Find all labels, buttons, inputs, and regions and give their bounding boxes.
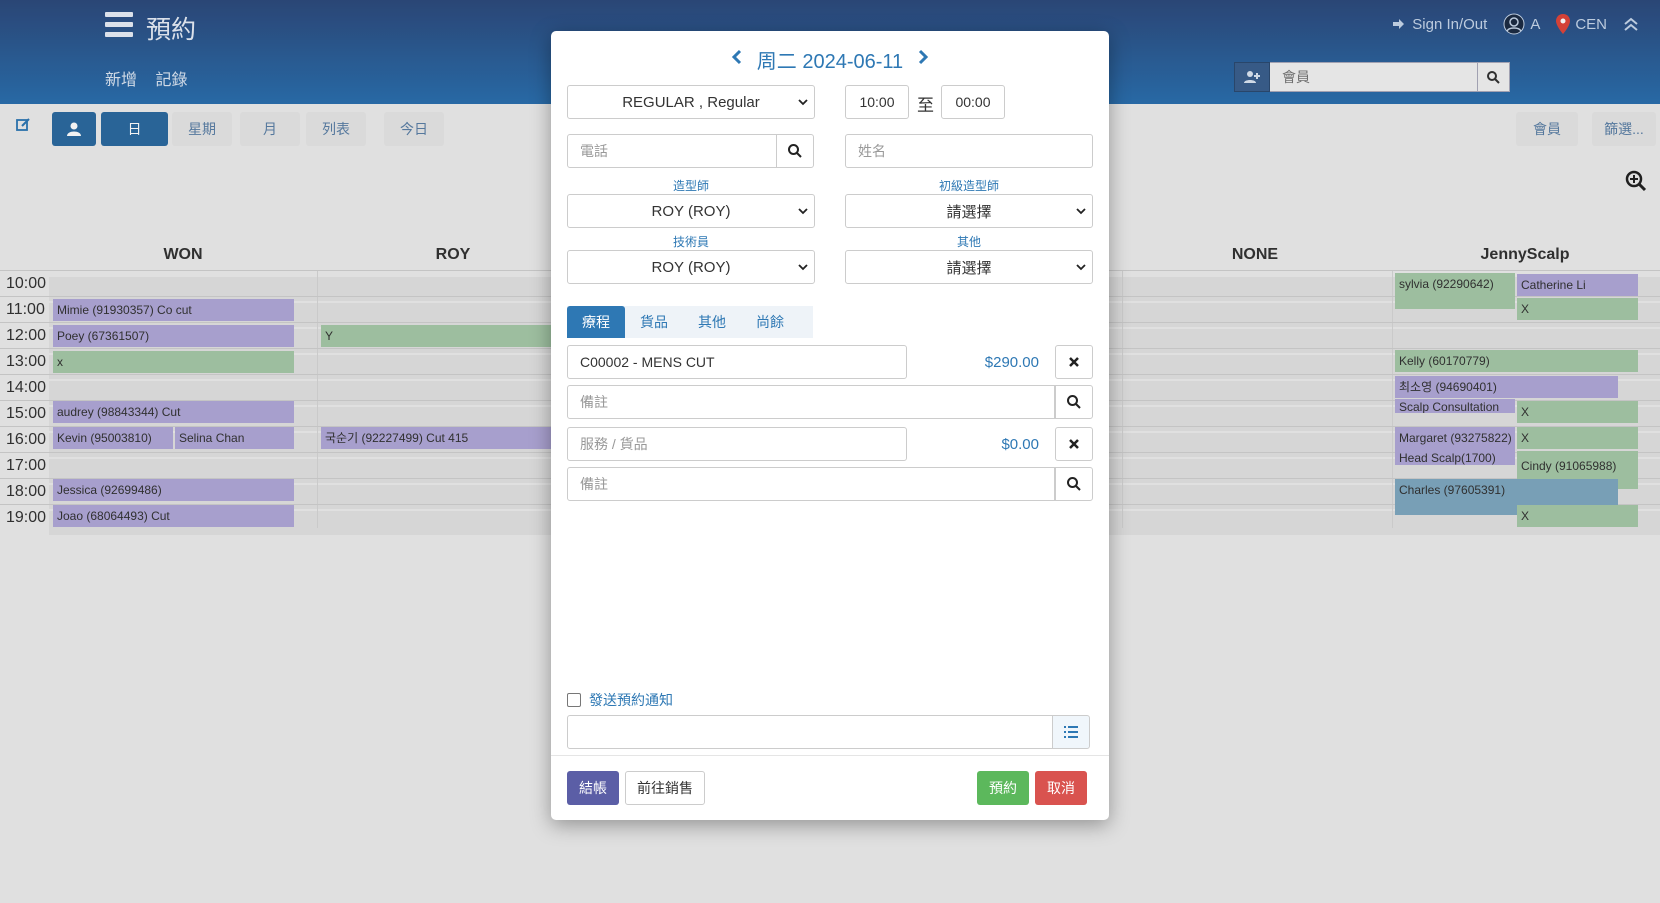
appointment-dialog: 周二 2024-06-11 REGULAR , Regular 10:00 至 …: [551, 31, 1109, 820]
tab-other[interactable]: 其他: [683, 306, 741, 338]
tab-products[interactable]: 貨品: [625, 306, 683, 338]
other-staff-select[interactable]: 請選擇: [845, 250, 1093, 284]
chevron-down-icon: [798, 99, 808, 106]
stylist-select[interactable]: ROY (ROY): [567, 194, 815, 228]
service-remark-input[interactable]: 備註: [567, 467, 1055, 501]
footer-divider: [551, 755, 1109, 756]
stylist-label: 造型師: [672, 179, 709, 193]
remove-service-button[interactable]: [1055, 427, 1093, 461]
chevron-down-icon: [798, 208, 808, 215]
chevron-down-icon: [1076, 208, 1086, 215]
service-price: $0.00: [1001, 436, 1039, 453]
appointment-type-select[interactable]: REGULAR , Regular: [567, 85, 815, 119]
go-to-sales-button[interactable]: 前往銷售: [625, 771, 705, 805]
date-navigator: 周二 2024-06-11: [551, 45, 1109, 74]
tab-treatment[interactable]: 療程: [567, 306, 625, 338]
other-staff-label: 其他: [956, 235, 981, 249]
service-price: $290.00: [984, 354, 1039, 371]
send-notification-option[interactable]: 發送預約通知: [567, 690, 673, 710]
close-icon: [1069, 439, 1079, 449]
book-button[interactable]: 預約: [977, 771, 1029, 805]
prev-date-icon[interactable]: [727, 48, 747, 71]
note-list-button[interactable]: [1052, 715, 1090, 749]
item-tabs: 療程 貨品 其他 尚餘: [567, 306, 799, 338]
chevron-down-icon: [798, 264, 808, 271]
checkout-button[interactable]: 結帳: [567, 771, 619, 805]
technician-select[interactable]: ROY (ROY): [567, 250, 815, 284]
time-separator: 至: [917, 96, 934, 115]
name-input[interactable]: 姓名: [845, 134, 1093, 168]
appointment-date: 周二 2024-06-11: [756, 51, 904, 73]
remove-service-button[interactable]: [1055, 345, 1093, 379]
search-icon: [1067, 395, 1081, 409]
remark-search-button[interactable]: [1055, 385, 1093, 419]
list-icon: [1064, 726, 1078, 738]
remark-search-button[interactable]: [1055, 467, 1093, 501]
cancel-button[interactable]: 取消: [1035, 771, 1087, 805]
search-icon: [788, 144, 802, 158]
service-item-input[interactable]: 服務 / 貨品: [567, 427, 907, 461]
phone-search-button[interactable]: [776, 134, 814, 168]
close-icon: [1069, 357, 1079, 367]
note-input[interactable]: [567, 715, 1053, 749]
service-item-input[interactable]: C00002 - MENS CUT: [567, 345, 907, 379]
search-icon: [1067, 477, 1081, 491]
tab-remaining[interactable]: 尚餘: [741, 306, 799, 338]
junior-stylist-select[interactable]: 請選擇: [845, 194, 1093, 228]
technician-label: 技術員: [672, 235, 709, 249]
start-time-input[interactable]: 10:00: [845, 85, 909, 119]
next-date-icon[interactable]: [913, 48, 933, 71]
chevron-down-icon: [1076, 264, 1086, 271]
service-remark-input[interactable]: 備註: [567, 385, 1055, 419]
notification-label: 發送預約通知: [589, 692, 673, 708]
notification-checkbox[interactable]: [567, 693, 581, 707]
end-time-input[interactable]: 00:00: [941, 85, 1005, 119]
junior-stylist-label: 初級造型師: [938, 179, 999, 193]
phone-input[interactable]: 電話: [567, 134, 777, 168]
